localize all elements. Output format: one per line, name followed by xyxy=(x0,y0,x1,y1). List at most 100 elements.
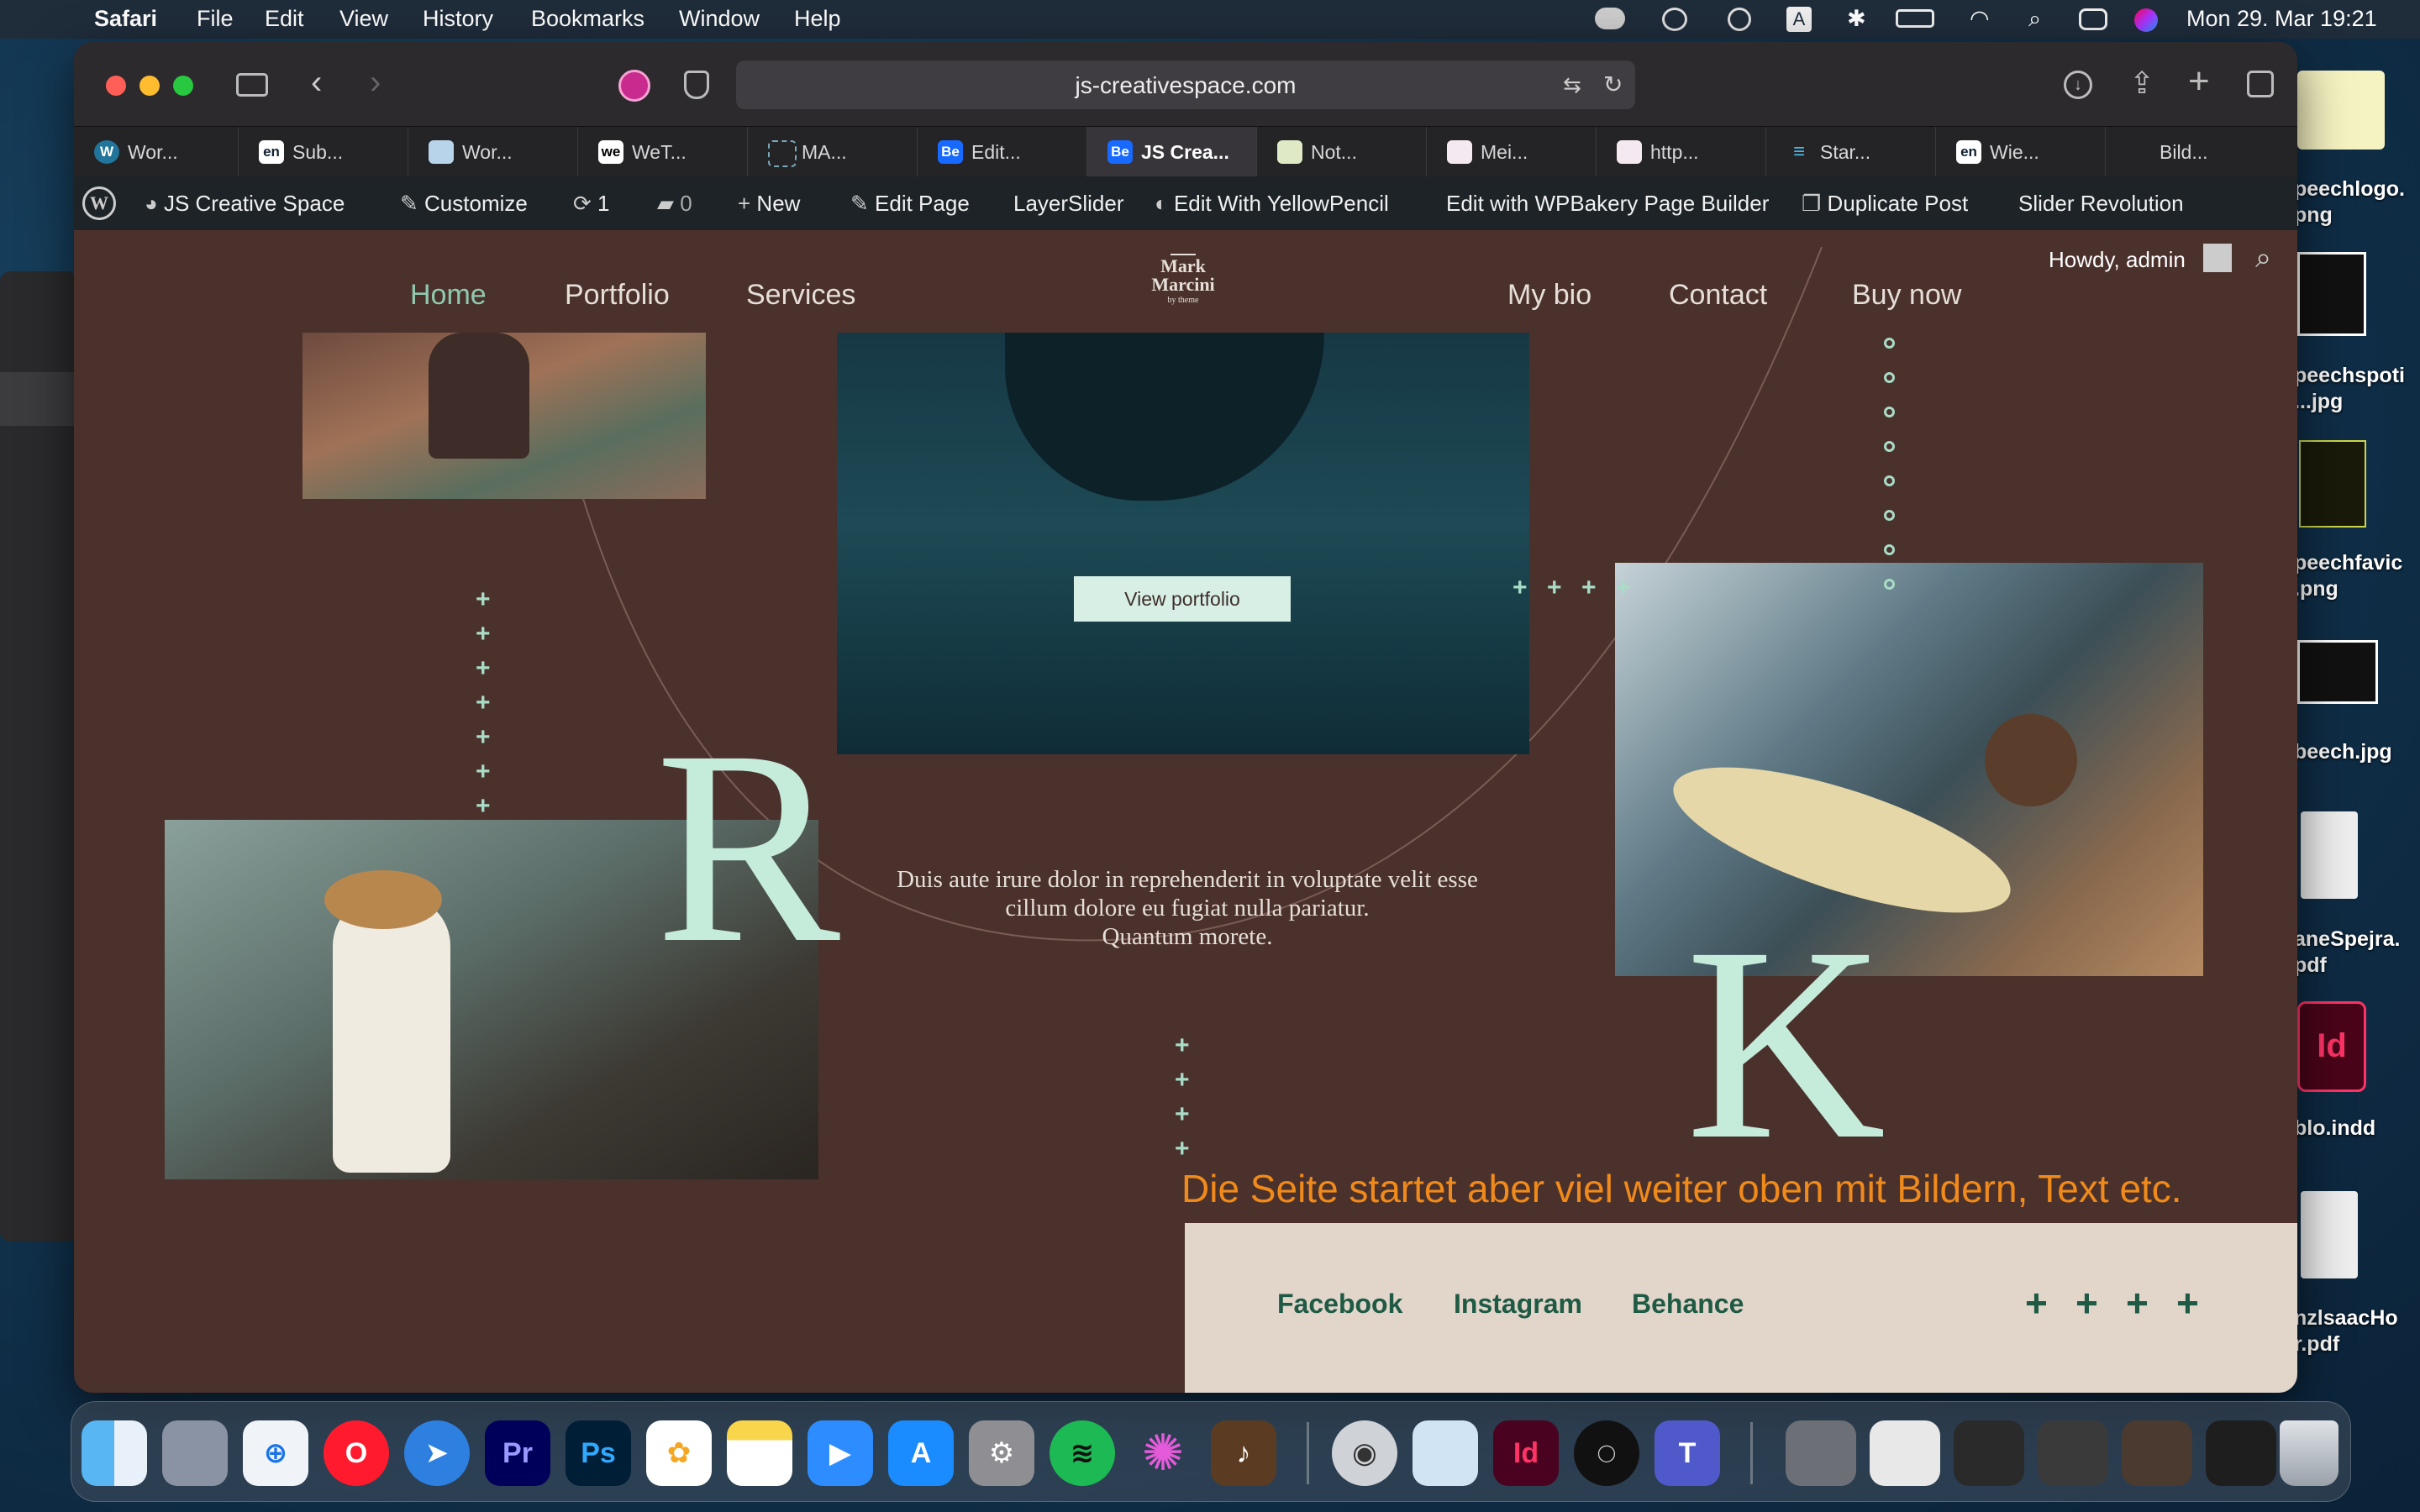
comments-link[interactable]: ▰ 0 xyxy=(657,191,692,217)
safari-icon[interactable]: ⊕ xyxy=(243,1420,308,1486)
edit-page-link[interactable]: ✎ Edit Page xyxy=(850,191,970,217)
tab[interactable]: Not... xyxy=(1257,127,1427,177)
forward-button[interactable]: › xyxy=(370,64,381,102)
opera-icon[interactable]: O xyxy=(324,1420,389,1486)
finder-icon[interactable] xyxy=(82,1420,147,1486)
extension-icon[interactable] xyxy=(618,70,650,102)
back-button[interactable]: ‹ xyxy=(311,64,322,102)
bluetooth-icon[interactable]: ✱ xyxy=(1847,6,1866,32)
site-logo[interactable]: Mark Marcini by theme xyxy=(1141,254,1225,307)
creative-cloud-icon[interactable] xyxy=(1662,8,1687,31)
minimized-window-thumbnail[interactable] xyxy=(1870,1420,1940,1486)
menu-view[interactable]: View xyxy=(339,6,388,32)
minimize-window-button[interactable] xyxy=(139,76,160,96)
sidebar-toggle-icon[interactable] xyxy=(236,73,268,97)
teams-icon[interactable]: T xyxy=(1655,1420,1720,1486)
desktop-file-label[interactable]: nzlsaacHo r.pdf xyxy=(2294,1305,2398,1357)
desktop-file-label[interactable]: beech.jpg xyxy=(2294,739,2392,765)
tab[interactable]: Mei... xyxy=(1427,127,1597,177)
address-bar[interactable]: js-creativespace.com ⇆ ↻ xyxy=(736,60,1635,109)
menu-file[interactable]: File xyxy=(197,6,234,32)
nav-contact[interactable]: Contact xyxy=(1669,279,1767,312)
site-name-link[interactable]: ◕ JS Creative Space xyxy=(145,191,345,217)
wifi-icon[interactable]: ◠ xyxy=(1970,6,1990,32)
minimized-window-thumbnail[interactable] xyxy=(2038,1420,2108,1486)
tab[interactable]: we WeT... xyxy=(578,127,748,177)
tab[interactable]: ≡ Star... xyxy=(1766,127,1936,177)
nav-services[interactable]: Services xyxy=(746,279,855,312)
updates-link[interactable]: ⟳ 1 xyxy=(573,191,610,217)
spark-icon[interactable]: ➤ xyxy=(404,1420,470,1486)
desktop-file-label[interactable]: peechlogo. png xyxy=(2294,176,2405,228)
customize-link[interactable]: ✎ Customize xyxy=(400,191,528,217)
howdy-admin-link[interactable]: Howdy, admin xyxy=(2049,247,2186,273)
wpbakery-link[interactable]: Edit with WPBakery Page Builder xyxy=(1446,191,1769,217)
privacy-shield-icon[interactable] xyxy=(684,71,709,99)
minimized-window-thumbnail[interactable] xyxy=(1954,1420,2024,1486)
tab-overview-icon[interactable] xyxy=(2247,71,2274,97)
minimized-window-thumbnail[interactable] xyxy=(2206,1420,2276,1486)
wordpress-logo-icon[interactable]: W xyxy=(82,186,116,220)
menu-edit[interactable]: Edit xyxy=(265,6,304,32)
indesign-file-icon[interactable]: Id xyxy=(2297,1001,2366,1092)
desktop-file-thumbnail[interactable] xyxy=(2297,640,2378,704)
yellowpencil-link[interactable]: ◐ Edit With YellowPencil xyxy=(1155,191,1389,217)
play-icon[interactable] xyxy=(1728,8,1751,31)
tab[interactable]: Bild... xyxy=(2106,127,2297,177)
premiere-pro-icon[interactable]: Pr xyxy=(485,1420,550,1486)
notes-icon[interactable] xyxy=(727,1420,792,1486)
nav-buy-now[interactable]: Buy now xyxy=(1852,279,1961,312)
footer-link-facebook[interactable]: Facebook xyxy=(1277,1289,1402,1320)
spotlight-search-icon[interactable]: ⌕ xyxy=(2028,6,2041,33)
menu-help[interactable]: Help xyxy=(794,6,841,32)
desktop-file-label[interactable]: peechfavic .png xyxy=(2294,550,2402,602)
pdf-file-icon[interactable] xyxy=(2301,1191,2358,1278)
slider-revolution-link[interactable]: Slider Revolution xyxy=(2018,191,2184,217)
flower-icon[interactable]: ✺ xyxy=(1130,1420,1196,1486)
new-tab-icon[interactable]: + xyxy=(2188,60,2210,102)
tab[interactable]: http... xyxy=(1597,127,1766,177)
view-portfolio-button[interactable]: View portfolio xyxy=(1074,576,1291,622)
indesign-icon[interactable]: Id xyxy=(1493,1420,1559,1486)
spitfire-icon[interactable]: ◯ xyxy=(1574,1420,1639,1486)
app-store-icon[interactable]: A xyxy=(888,1420,954,1486)
menu-window[interactable]: Window xyxy=(679,6,760,32)
tab[interactable]: MA... xyxy=(748,127,918,177)
photoshop-icon[interactable]: Ps xyxy=(566,1420,631,1486)
preview-icon[interactable] xyxy=(1413,1420,1478,1486)
desktop-file-thumbnail[interactable] xyxy=(2297,71,2385,150)
background-app-window[interactable] xyxy=(0,271,77,1242)
tab[interactable]: Wor... xyxy=(408,127,578,177)
desktop-file-label[interactable]: aneSpejra. pdf xyxy=(2294,927,2400,979)
minimized-window-thumbnail[interactable] xyxy=(1786,1420,1856,1486)
desktop-file-thumbnail[interactable] xyxy=(2297,252,2366,336)
siri-icon[interactable] xyxy=(2134,8,2158,32)
trash-icon[interactable] xyxy=(2280,1420,2338,1486)
tab-active[interactable]: Be JS Crea... xyxy=(1087,127,1257,177)
desktop-file-label[interactable]: blo.indd xyxy=(2294,1116,2375,1142)
spotify-icon[interactable]: ≋ xyxy=(1050,1420,1115,1486)
search-icon[interactable]: ⌕ xyxy=(2255,242,2271,275)
launchpad-icon[interactable] xyxy=(162,1420,228,1486)
close-window-button[interactable] xyxy=(106,76,126,96)
garageband-icon[interactable]: ♪ xyxy=(1211,1420,1276,1486)
tab[interactable]: Be Edit... xyxy=(918,127,1087,177)
nav-my-bio[interactable]: My bio xyxy=(1507,279,1591,312)
photos-icon[interactable]: ✿ xyxy=(646,1420,712,1486)
new-content-link[interactable]: + New xyxy=(738,191,800,217)
reload-icon[interactable]: ↻ xyxy=(1603,71,1623,98)
zoom-icon[interactable]: ▶ xyxy=(808,1420,873,1486)
share-icon[interactable]: ⇪ xyxy=(2129,66,2154,101)
downloads-icon[interactable]: ↓ xyxy=(2064,71,2092,99)
input-source-icon[interactable]: A xyxy=(1786,7,1812,32)
zoom-window-button[interactable] xyxy=(173,76,193,96)
desktop-file-thumbnail[interactable] xyxy=(2299,440,2366,528)
tab[interactable]: en Sub... xyxy=(239,127,408,177)
app-name-menu[interactable]: Safari xyxy=(94,6,157,32)
menubar-clock[interactable]: Mon 29. Mar 19:21 xyxy=(2186,6,2377,32)
pdf-file-icon[interactable] xyxy=(2301,811,2358,899)
sequel-icon[interactable]: ◉ xyxy=(1332,1420,1397,1486)
desktop-file-label[interactable]: peechspoti ...jpg xyxy=(2294,363,2405,415)
sidebar-item-selected[interactable] xyxy=(0,372,77,426)
translate-icon[interactable]: ⇆ xyxy=(1563,72,1581,98)
